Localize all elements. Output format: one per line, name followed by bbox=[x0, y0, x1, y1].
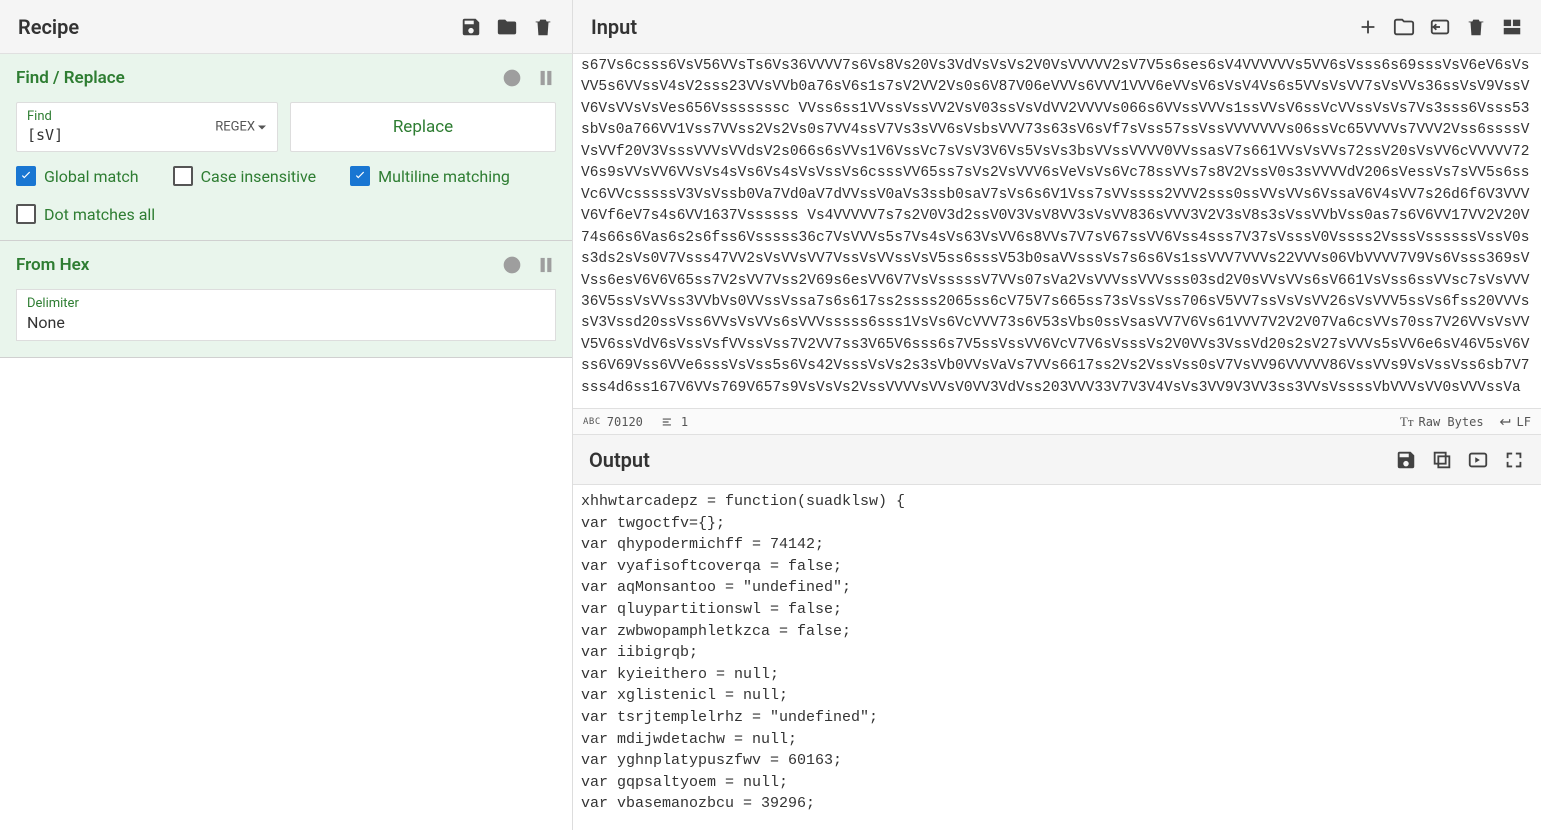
check-case[interactable]: Case insensitive bbox=[173, 166, 317, 186]
char-count: ABC 70120 bbox=[583, 415, 643, 429]
check-multiline[interactable]: Multiline matching bbox=[350, 166, 510, 186]
maximize-icon[interactable] bbox=[1503, 449, 1525, 471]
copy-output-icon[interactable] bbox=[1431, 449, 1453, 471]
line-count: 1 bbox=[661, 415, 688, 429]
checkbox-icon bbox=[173, 166, 193, 186]
open-file-icon[interactable] bbox=[1429, 16, 1451, 38]
recipe-pane: Recipe Find / Replace Find [sV] bbox=[0, 0, 573, 830]
open-folder-icon[interactable] bbox=[1393, 16, 1415, 38]
check-global[interactable]: Global match bbox=[16, 166, 139, 186]
output-header: Output bbox=[573, 435, 1541, 485]
regex-mode-dropdown[interactable]: REGEX bbox=[215, 120, 267, 135]
checkbox-icon bbox=[16, 204, 36, 224]
op-title: From Hex bbox=[16, 255, 89, 275]
recipe-body: Find / Replace Find [sV] REGEX Replace bbox=[0, 54, 572, 830]
delimiter-value: None bbox=[27, 313, 545, 332]
pause-icon[interactable] bbox=[536, 68, 556, 88]
input-title: Input bbox=[591, 15, 637, 39]
checkbox-icon bbox=[16, 166, 36, 186]
toggle-layout-icon[interactable] bbox=[1501, 16, 1523, 38]
check-label: Case insensitive bbox=[201, 167, 317, 186]
caret-down-icon bbox=[257, 122, 267, 132]
op-title: Find / Replace bbox=[16, 68, 125, 88]
trash-icon[interactable] bbox=[532, 16, 554, 38]
check-dot[interactable]: Dot matches all bbox=[16, 204, 155, 224]
disable-icon[interactable] bbox=[502, 68, 522, 88]
move-output-icon[interactable] bbox=[1467, 449, 1489, 471]
check-label: Multiline matching bbox=[378, 167, 510, 186]
replace-field[interactable]: Replace bbox=[290, 102, 556, 152]
save-output-icon[interactable] bbox=[1395, 449, 1417, 471]
delimiter-label: Delimiter bbox=[27, 296, 545, 311]
output-title: Output bbox=[589, 448, 650, 472]
operation-from-hex[interactable]: From Hex Delimiter None bbox=[0, 241, 572, 358]
recipe-header-icons bbox=[460, 16, 554, 38]
checkbox-icon bbox=[350, 166, 370, 186]
check-label: Global match bbox=[44, 167, 139, 186]
encoding-selector[interactable]: Tт Raw Bytes bbox=[1400, 414, 1484, 430]
regex-label: REGEX bbox=[215, 120, 255, 135]
add-tab-icon[interactable] bbox=[1357, 16, 1379, 38]
folder-icon[interactable] bbox=[496, 16, 518, 38]
disable-icon[interactable] bbox=[502, 255, 522, 275]
recipe-header: Recipe bbox=[0, 0, 572, 54]
return-icon bbox=[1498, 415, 1512, 429]
recipe-title: Recipe bbox=[18, 15, 79, 39]
find-field[interactable]: Find [sV] REGEX bbox=[16, 102, 278, 152]
replace-label: Replace bbox=[393, 117, 453, 137]
pause-icon[interactable] bbox=[536, 255, 556, 275]
clear-input-icon[interactable] bbox=[1465, 16, 1487, 38]
op-header: Find / Replace bbox=[16, 68, 556, 88]
io-pane: Input s67Vs6csss6VsV56VVsTs6Vs36VVVV7s6V… bbox=[573, 0, 1541, 830]
input-header: Input bbox=[573, 0, 1541, 54]
save-icon[interactable] bbox=[460, 16, 482, 38]
operation-find-replace[interactable]: Find / Replace Find [sV] REGEX Replace bbox=[0, 54, 572, 241]
delimiter-field[interactable]: Delimiter None bbox=[16, 289, 556, 341]
eol-selector[interactable]: LF bbox=[1498, 415, 1531, 429]
input-status-bar: ABC 70120 1 Tт Raw Bytes LF bbox=[573, 409, 1541, 435]
output-text[interactable]: xhhwtarcadepz = function(suadklsw) { var… bbox=[573, 485, 1541, 830]
input-text[interactable]: s67Vs6csss6VsV56VVsTs6Vs36VVVV7s6Vs8Vs20… bbox=[573, 54, 1541, 409]
check-label: Dot matches all bbox=[44, 205, 155, 224]
lines-icon bbox=[661, 415, 675, 429]
